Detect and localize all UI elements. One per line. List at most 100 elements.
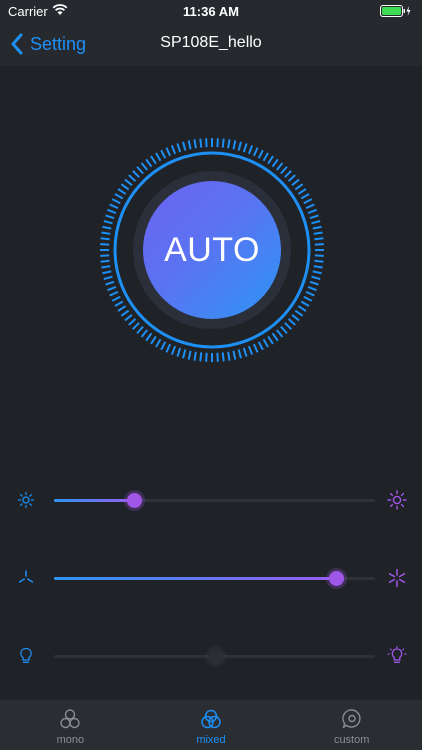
dial-tick <box>232 140 237 150</box>
dial-tick <box>276 162 284 171</box>
dial-tick <box>227 351 231 361</box>
white-light-slider-row <box>0 641 422 671</box>
dial-tick <box>111 295 121 302</box>
dial-tick <box>297 305 307 312</box>
dial-tick <box>309 280 319 286</box>
dial-tick <box>128 318 137 326</box>
dial-tick <box>284 322 292 330</box>
dial-tick <box>300 193 310 200</box>
dial-tick <box>247 145 254 155</box>
tab-mono[interactable]: mono <box>0 700 141 750</box>
dial-tick <box>300 300 310 307</box>
dial-tick <box>111 198 121 205</box>
dial-tick <box>271 332 279 342</box>
dial-tick <box>132 322 140 330</box>
dial-tick <box>107 285 117 292</box>
dial-tick <box>291 178 300 186</box>
dial-tick <box>199 352 203 362</box>
brightness-slider-row <box>0 485 422 515</box>
dial-tick <box>101 231 111 235</box>
dial-tick <box>237 141 242 151</box>
dial-tick <box>287 318 296 326</box>
tab-mono-label: mono <box>56 734 85 746</box>
dial-tick <box>247 345 254 355</box>
white-light-slider-thumb[interactable] <box>207 649 223 664</box>
dial-tick <box>291 314 300 322</box>
status-bar: Carrier 11:36 AM <box>0 0 422 22</box>
dial-tick <box>102 225 112 230</box>
dial-tick <box>140 162 148 171</box>
dial-tick <box>314 259 324 263</box>
dial-tick <box>262 152 269 162</box>
dial-tick <box>124 314 133 322</box>
page-title: SP108E_hello <box>160 34 262 51</box>
dial-tick <box>120 309 130 317</box>
tab-mixed[interactable]: mixed <box>141 700 282 750</box>
dial-tick <box>187 350 192 360</box>
dial-tick <box>227 139 231 149</box>
navigation-bar: Setting SP108E_hello <box>0 22 422 66</box>
dial-tick <box>102 270 112 275</box>
tab-mixed-label: mixed <box>196 734 226 746</box>
dial-tick <box>303 198 313 205</box>
dial-tick <box>132 170 140 178</box>
dial-tick <box>150 335 157 345</box>
dial-tick <box>252 343 259 353</box>
brightness-slider-fill <box>54 499 135 502</box>
bulb-low-icon <box>20 647 32 663</box>
speed-slider[interactable] <box>54 571 375 586</box>
speed-slider-row <box>0 563 422 593</box>
brightness-slider[interactable] <box>54 493 375 508</box>
dial-tick <box>107 208 117 215</box>
dial-tick <box>280 325 288 334</box>
dial-tick <box>242 143 248 153</box>
tab-bar: mono mixed custom <box>0 700 422 750</box>
dial-tick <box>307 285 317 292</box>
dial-tick <box>312 225 322 230</box>
tab-custom[interactable]: custom <box>281 700 422 750</box>
dial-tick <box>105 280 115 286</box>
battery-charging-icon <box>380 5 411 17</box>
dial-tick <box>313 265 323 269</box>
dial-tick <box>221 138 225 148</box>
dial-tick <box>182 141 187 151</box>
dial-tick <box>109 203 119 210</box>
dial-tick <box>305 290 315 297</box>
dial-tick <box>165 147 172 157</box>
dial-tick <box>155 338 162 348</box>
dial-tick <box>117 305 127 312</box>
dial-tick <box>160 341 167 351</box>
auto-mode-button[interactable]: AUTO <box>143 181 281 319</box>
brightness-low-icon <box>17 491 35 509</box>
dial-tick <box>100 237 110 241</box>
dial-tick <box>267 155 274 165</box>
brightness-slider-thumb[interactable] <box>127 493 143 508</box>
speed-low-icon <box>18 570 34 583</box>
speed-slider-thumb[interactable] <box>329 571 345 586</box>
brightness-high-icon <box>387 490 407 510</box>
dial-tick <box>114 300 124 307</box>
dial-tick <box>297 188 307 195</box>
dial-tick <box>114 193 124 200</box>
dial-tick <box>136 325 144 334</box>
white-light-slider[interactable] <box>54 649 375 664</box>
dial-tick <box>309 214 319 220</box>
dial-tick <box>176 143 182 153</box>
dial-tick <box>145 158 153 168</box>
dial-tick <box>311 275 321 280</box>
dial-tick <box>182 349 187 359</box>
dial-tick <box>193 139 197 149</box>
dial-tick <box>257 341 264 351</box>
dial-tick <box>199 138 203 148</box>
three-circles-icon <box>60 709 81 729</box>
dial-tick <box>271 158 279 168</box>
dial-tick <box>193 351 197 361</box>
dial-tick <box>145 332 153 342</box>
dial-tick <box>103 220 113 225</box>
dial-tick <box>307 208 317 215</box>
dial-tick <box>140 329 148 338</box>
overlapping-circles-icon <box>201 709 221 729</box>
dial-tick <box>237 349 242 359</box>
dial-tick <box>294 309 304 317</box>
dial-tick <box>124 178 133 186</box>
